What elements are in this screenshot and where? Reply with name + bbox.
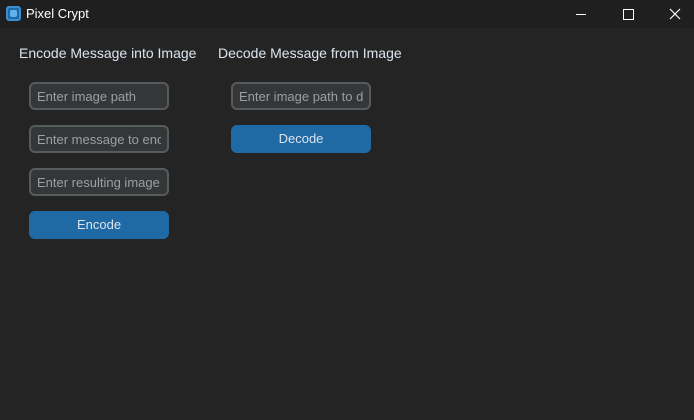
title-bar: Pixel Crypt <box>0 0 694 28</box>
maximize-button[interactable] <box>605 0 651 28</box>
window-title: Pixel Crypt <box>26 6 89 21</box>
encode-section-heading: Encode Message into Image <box>19 45 197 61</box>
encode-button[interactable]: Encode <box>29 211 169 239</box>
encode-output-path-input[interactable] <box>29 168 169 196</box>
decode-image-path-input[interactable] <box>231 82 371 110</box>
encode-image-path-input[interactable] <box>29 82 169 110</box>
close-icon <box>669 8 681 20</box>
app-logo-icon <box>6 6 21 21</box>
minimize-button[interactable] <box>558 0 604 28</box>
decode-button[interactable]: Decode <box>231 125 371 153</box>
minimize-icon <box>576 13 586 15</box>
encode-message-input[interactable] <box>29 125 169 153</box>
maximize-icon <box>622 8 634 20</box>
decode-section-heading: Decode Message from Image <box>218 45 402 61</box>
close-button[interactable] <box>652 0 694 28</box>
